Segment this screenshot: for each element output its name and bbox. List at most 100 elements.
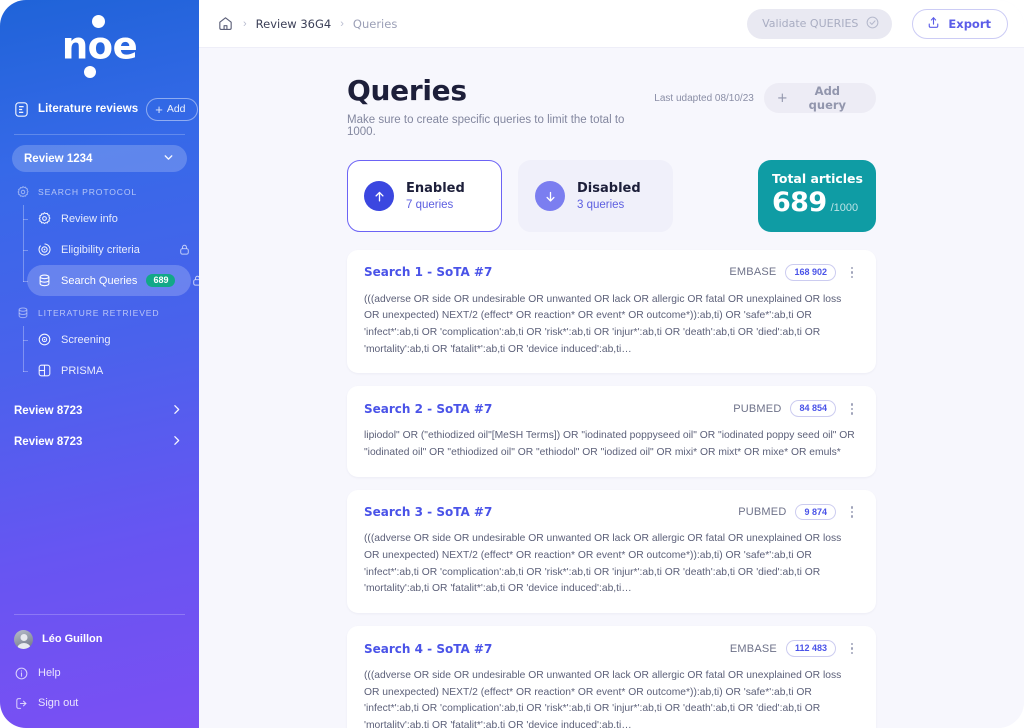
sidebar-item-badge: 689 — [146, 273, 176, 288]
eye-icon — [37, 332, 52, 347]
query-menu-icon[interactable] — [845, 264, 859, 280]
sidebar-item-label: Eligibility criteria — [61, 243, 140, 256]
stat-count: 3 queries — [577, 199, 625, 211]
home-icon[interactable] — [217, 15, 234, 32]
page-title: Queries — [347, 74, 467, 107]
query-card[interactable]: Search 4 - SoTA #7 EMBASE 112 483 (((adv… — [347, 626, 876, 728]
query-card-meta: EMBASE 112 483 — [730, 640, 859, 657]
page-subtitle: Make sure to create specific queries to … — [347, 114, 625, 138]
sidebar-review-label: Review 8723 — [14, 435, 83, 448]
export-label: Export — [948, 16, 991, 31]
query-menu-icon[interactable] — [845, 401, 859, 417]
review-selector[interactable]: Review 1234 — [12, 145, 187, 172]
query-card-header: Search 2 - SoTA #7 PUBMED 84 854 — [364, 400, 859, 418]
sidebar-item-prisma[interactable]: PRISMA — [23, 355, 191, 386]
lock-icon — [191, 274, 199, 287]
validate-queries-button[interactable]: Validate QUERIES — [747, 8, 893, 39]
stats-row: Enabled 7 queries Disabled 3 queries Tot… — [347, 160, 876, 232]
lock-icon — [178, 243, 191, 256]
query-count-badge: 112 483 — [785, 640, 836, 657]
query-card-header: Search 3 - SoTA #7 PUBMED 9 874 — [364, 503, 859, 521]
sidebar-group-search-protocol: SEARCH PROTOCOL — [0, 181, 199, 203]
query-title[interactable]: Search 4 - SoTA #7 — [364, 642, 492, 656]
add-query-button[interactable]: + Add query — [763, 83, 876, 113]
sidebar-review-8723-b[interactable]: Review 8723 — [0, 426, 199, 457]
breadcrumb-separator: › — [243, 17, 247, 30]
avatar — [14, 629, 33, 649]
total-articles-value: 689 — [772, 187, 827, 218]
sidebar-item-label: Screening — [61, 333, 111, 346]
query-source: EMBASE — [729, 642, 777, 655]
sidebar-group-label: SEARCH PROTOCOL — [38, 187, 138, 197]
sidebar-group-literature-retrieved: LITERATURE RETRIEVED — [0, 302, 199, 324]
total-articles-label: Total articles — [772, 171, 863, 186]
query-menu-icon[interactable] — [845, 641, 859, 657]
add-review-label: Add — [166, 103, 186, 115]
stat-title: Enabled — [406, 181, 465, 196]
sidebar-nav: SEARCH PROTOCOL Review info Eligibility … — [0, 181, 199, 457]
chevron-right-icon — [170, 434, 183, 450]
last-updated-text: Last udapted 08/10/23 — [654, 92, 754, 104]
sidebar-item-search-queries[interactable]: Search Queries 689 — [23, 265, 199, 296]
sidebar-footer: Léo Guillon Help Sign out — [0, 614, 199, 728]
stat-title: Disabled — [577, 181, 641, 196]
content-scroll-area[interactable]: Queries Make sure to create specific que… — [199, 48, 1024, 728]
query-card[interactable]: Search 3 - SoTA #7 PUBMED 9 874 (((adver… — [347, 489, 876, 614]
upload-icon — [926, 15, 941, 33]
app-logo[interactable]: noe — [0, 0, 199, 92]
sidebar: noe Literature reviews + Add Review 1234… — [0, 0, 199, 728]
query-menu-icon[interactable] — [845, 504, 859, 520]
chevron-down-icon — [162, 151, 175, 167]
arrow-up-icon — [364, 181, 394, 211]
query-title[interactable]: Search 2 - SoTA #7 — [364, 402, 492, 416]
query-card-header: Search 4 - SoTA #7 EMBASE 112 483 — [364, 640, 859, 657]
user-profile[interactable]: Léo Guillon — [0, 626, 199, 652]
database-icon — [37, 273, 52, 288]
signout-link[interactable]: Sign out — [0, 688, 199, 718]
sidebar-item-review-info[interactable]: Review info — [23, 203, 191, 234]
help-link[interactable]: Help — [0, 658, 199, 688]
breadcrumb-review[interactable]: Review 36G4 — [256, 17, 332, 31]
review-selector-value: Review 1234 — [24, 152, 93, 165]
query-body: (((adverse OR side OR undesirable OR unw… — [364, 669, 842, 728]
gear-icon — [37, 211, 52, 226]
sidebar-review-8723-a[interactable]: Review 8723 — [0, 395, 199, 426]
sidebar-item-label: Review info — [61, 212, 118, 225]
query-source: PUBMED — [738, 506, 787, 519]
topbar: › Review 36G4 › Queries Validate QUERIES — [199, 0, 1024, 48]
sidebar-divider-top — [14, 134, 185, 135]
chevron-right-icon — [170, 403, 183, 419]
add-review-button[interactable]: + Add — [146, 97, 198, 121]
stat-card-enabled[interactable]: Enabled 7 queries — [347, 160, 502, 232]
content: Queries Make sure to create specific que… — [199, 48, 1024, 728]
check-circle-icon — [865, 15, 880, 33]
export-button[interactable]: Export — [912, 8, 1008, 39]
sidebar-review-label: Review 8723 — [14, 404, 83, 417]
signout-label: Sign out — [38, 697, 79, 709]
sidebar-item-eligibility-criteria[interactable]: Eligibility criteria — [23, 234, 191, 265]
query-card-meta: PUBMED 9 874 — [738, 503, 859, 521]
logo-dot-bottom-icon — [83, 66, 96, 78]
query-count-badge: 168 902 — [785, 264, 836, 281]
query-card-header: Search 1 - SoTA #7 EMBASE 168 902 — [364, 264, 859, 281]
main-area: › Review 36G4 › Queries Validate QUERIES — [199, 0, 1024, 728]
sidebar-item-screening[interactable]: Screening — [23, 324, 191, 355]
query-card[interactable]: Search 2 - SoTA #7 PUBMED 84 854 lipiodo… — [347, 386, 876, 477]
total-articles-max: /1000 — [830, 202, 859, 214]
sidebar-group-label: LITERATURE RETRIEVED — [38, 308, 160, 318]
stat-card-disabled[interactable]: Disabled 3 queries — [518, 160, 673, 232]
arrow-down-icon — [535, 181, 565, 211]
breadcrumb-queries[interactable]: Queries — [353, 17, 397, 31]
grid-icon — [37, 363, 52, 378]
page-header-right: Last udapted 08/10/23 + Add query — [654, 74, 876, 113]
query-card[interactable]: Search 1 - SoTA #7 EMBASE 168 902 (((adv… — [347, 250, 876, 374]
query-title[interactable]: Search 3 - SoTA #7 — [364, 505, 492, 519]
page-header-left: Queries Make sure to create specific que… — [347, 74, 654, 138]
user-name: Léo Guillon — [42, 633, 103, 645]
query-title[interactable]: Search 1 - SoTA #7 — [364, 265, 492, 279]
validate-queries-label: Validate QUERIES — [762, 17, 859, 30]
document-icon — [13, 101, 30, 118]
query-card-meta: EMBASE 168 902 — [729, 264, 859, 281]
stat-count: 7 queries — [406, 199, 454, 211]
query-body: lipiodol" OR ("ethiodized oil"[MeSH Term… — [364, 430, 855, 458]
